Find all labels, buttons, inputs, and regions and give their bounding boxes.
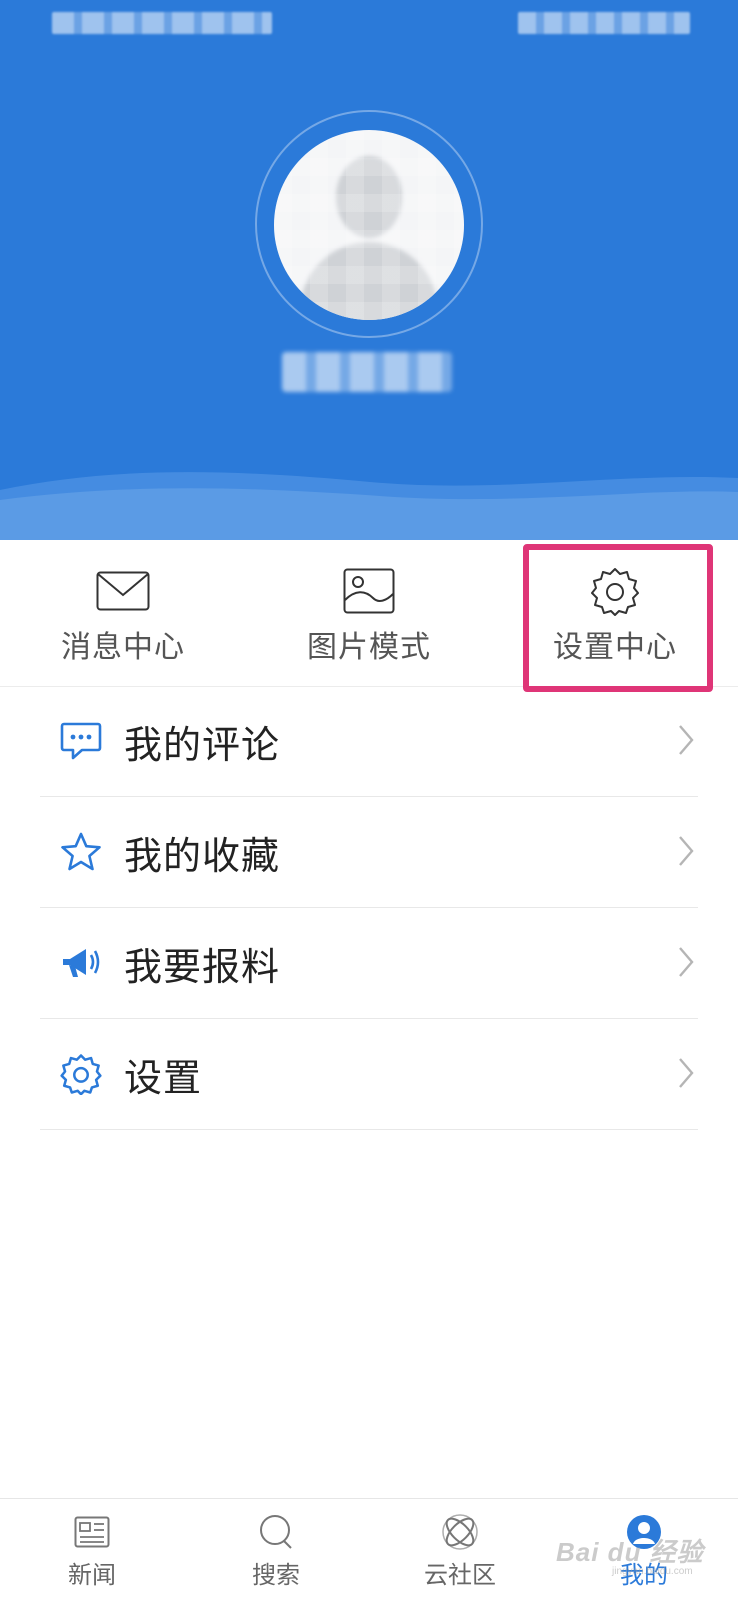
gear-icon (60, 1053, 102, 1095)
watermark-url: jingyan.baidu.com (612, 1566, 693, 1577)
chevron-right-icon (679, 725, 694, 755)
search-icon (256, 1513, 296, 1551)
nav-tab-label: 新闻 (68, 1561, 116, 1589)
menu-list: 我的评论 我的收藏 我要报料 设置 (0, 686, 738, 1130)
chevron-right-icon (679, 836, 694, 866)
envelope-icon (95, 568, 151, 614)
image-icon (341, 568, 397, 614)
watermark-logo: Bai du 经验 (556, 1537, 704, 1567)
quick-action-image-mode[interactable]: 图片模式 (246, 540, 492, 686)
username-blurred[interactable] (282, 352, 452, 392)
atom-icon (440, 1513, 480, 1551)
profile-header (0, 0, 738, 540)
nav-tab-search[interactable]: 搜索 (184, 1499, 368, 1601)
menu-item-report-news[interactable]: 我要报料 (40, 908, 698, 1019)
menu-item-label: 设置 (124, 1055, 203, 1100)
menu-item-settings[interactable]: 设置 (40, 1019, 698, 1130)
menu-item-my-favorites[interactable]: 我的收藏 (40, 797, 698, 908)
quick-action-label: 消息中心 (61, 630, 185, 665)
news-icon (72, 1513, 112, 1551)
star-icon (60, 831, 102, 873)
nav-tab-cloud-community[interactable]: 云社区 (368, 1499, 552, 1601)
menu-item-my-comments[interactable]: 我的评论 (40, 686, 698, 797)
menu-item-label: 我要报料 (124, 944, 281, 989)
quick-action-message-center[interactable]: 消息中心 (0, 540, 246, 686)
avatar[interactable] (274, 130, 464, 320)
header-wave (0, 472, 738, 540)
highlight-annotation-box (523, 544, 713, 692)
comment-icon (60, 720, 102, 762)
megaphone-icon (60, 942, 102, 984)
nav-tab-label: 云社区 (424, 1561, 496, 1589)
menu-item-label: 我的收藏 (124, 833, 281, 878)
menu-item-label: 我的评论 (124, 722, 281, 767)
nav-tab-label: 搜索 (252, 1561, 300, 1589)
chevron-right-icon (679, 1058, 694, 1088)
status-bar-left-blurred (52, 12, 272, 34)
chevron-right-icon (679, 947, 694, 977)
quick-action-label: 图片模式 (307, 630, 431, 665)
status-bar-right-blurred (518, 12, 690, 34)
nav-tab-news[interactable]: 新闻 (0, 1499, 184, 1601)
